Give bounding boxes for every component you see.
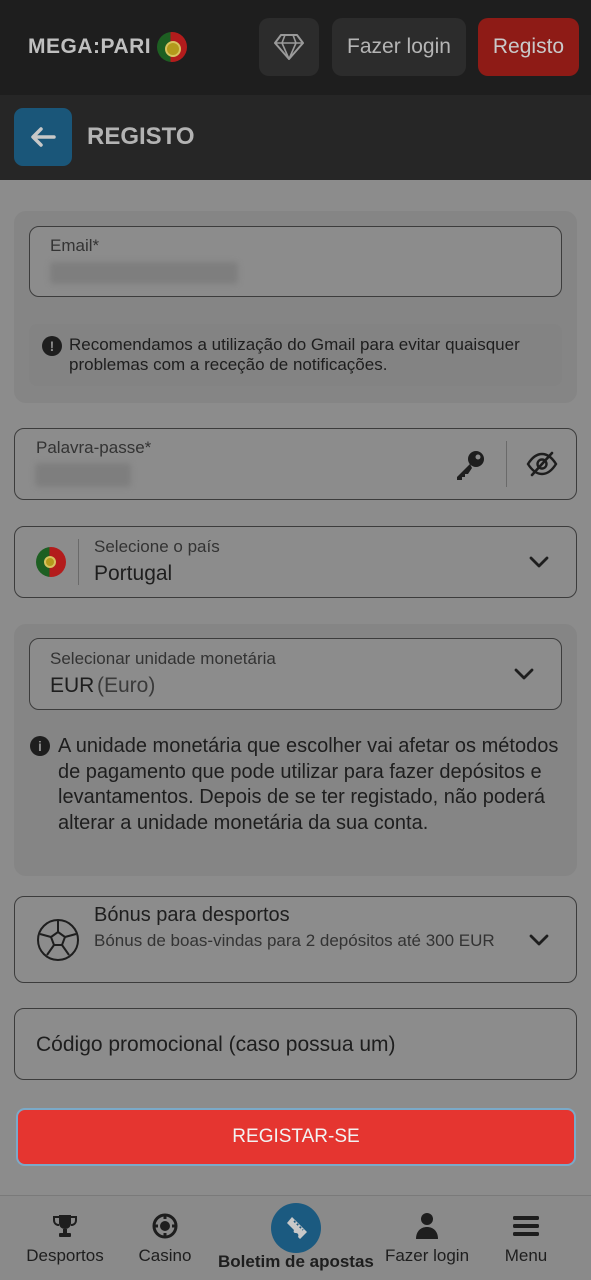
login-button[interactable]: Fazer login (332, 18, 466, 76)
password-field[interactable]: Palavra-passe* (14, 428, 577, 500)
currency-note-text: A unidade monetária que escolher vai afe… (58, 735, 559, 834)
bottom-nav: Desportos Casino Boletim de apostas Faze… (0, 1195, 591, 1280)
email-label: Email* (50, 236, 100, 255)
nav-betslip[interactable]: Boletim de apostas (210, 1196, 380, 1280)
nav-casino-label: Casino (138, 1246, 192, 1265)
warning-icon: ! (42, 336, 62, 356)
chevron-down-icon (514, 667, 534, 686)
register-button[interactable]: Registo (478, 18, 579, 76)
nav-menu[interactable]: Menu (493, 1196, 559, 1280)
currency-select[interactable]: Selecionar unidade monetária EUR (Euro) (29, 638, 562, 710)
back-button[interactable] (14, 108, 72, 166)
casino-chip-icon (152, 1213, 178, 1239)
info-icon: i (30, 736, 50, 756)
email-note: ! Recomendamos a utilização do Gmail par… (29, 324, 562, 386)
diamond-button[interactable] (259, 18, 319, 76)
user-icon (416, 1213, 438, 1239)
country-select[interactable]: Selecione o país Portugal (14, 526, 577, 598)
portugal-flag-icon (157, 32, 188, 62)
password-value-redacted (35, 463, 131, 487)
email-field[interactable]: Email* (29, 226, 562, 297)
nav-casino[interactable]: Casino (123, 1196, 207, 1280)
currency-card: Selecionar unidade monetária EUR (Euro) … (14, 624, 577, 876)
key-icon[interactable] (453, 449, 487, 486)
ticket-icon (287, 1217, 307, 1239)
password-label: Palavra-passe* (36, 438, 152, 457)
logo-text: MEGA:PARI (28, 35, 152, 58)
country-value: Portugal (94, 562, 173, 585)
page-title: REGISTO (87, 123, 195, 150)
betslip-button[interactable] (271, 1203, 321, 1253)
menu-icon (513, 1216, 539, 1236)
email-value-redacted (50, 262, 238, 284)
eye-off-icon[interactable] (526, 451, 558, 482)
currency-name: (Euro) (97, 674, 156, 697)
nav-login[interactable]: Fazer login (379, 1196, 475, 1280)
nav-sports-label: Desportos (26, 1246, 104, 1265)
nav-betslip-label: Boletim de apostas (218, 1252, 374, 1271)
divider (78, 539, 79, 585)
submit-register-button[interactable]: REGISTAR-SE (16, 1108, 576, 1166)
bonus-description: Bónus de boas-vindas para 2 depósitos at… (94, 931, 495, 950)
soccer-ball-icon (36, 918, 80, 967)
page-header: REGISTO (0, 95, 591, 180)
top-bar: MEGA:PARI Fazer login Registo (0, 0, 591, 95)
diamond-icon (274, 34, 304, 60)
nav-sports[interactable]: Desportos (18, 1196, 112, 1280)
divider (506, 441, 507, 487)
bonus-select[interactable]: Bónus para desportos Bónus de boas-vinda… (14, 896, 577, 983)
chevron-down-icon (529, 555, 549, 574)
nav-menu-label: Menu (504, 1246, 548, 1265)
email-card: Email* ! Recomendamos a utilização do Gm… (14, 211, 577, 403)
country-label: Selecione o país (94, 537, 220, 556)
nav-login-label: Fazer login (384, 1246, 470, 1265)
currency-label: Selecionar unidade monetária (50, 649, 276, 668)
back-arrow-icon (31, 127, 56, 147)
bonus-title: Bónus para desportos (94, 904, 290, 926)
currency-code: EUR (50, 674, 95, 697)
promo-code-placeholder: Código promocional (caso possua um) (36, 1033, 396, 1056)
registration-form: Email* ! Recomendamos a utilização do Gm… (0, 180, 591, 1195)
trophy-icon (53, 1215, 77, 1237)
logo[interactable]: MEGA:PARI (28, 32, 188, 62)
portugal-flag-icon (36, 547, 66, 577)
promo-code-input[interactable]: Código promocional (caso possua um) (14, 1008, 577, 1080)
email-note-text: Recomendamos a utilização do Gmail para … (69, 335, 520, 374)
chevron-down-icon (529, 933, 549, 952)
